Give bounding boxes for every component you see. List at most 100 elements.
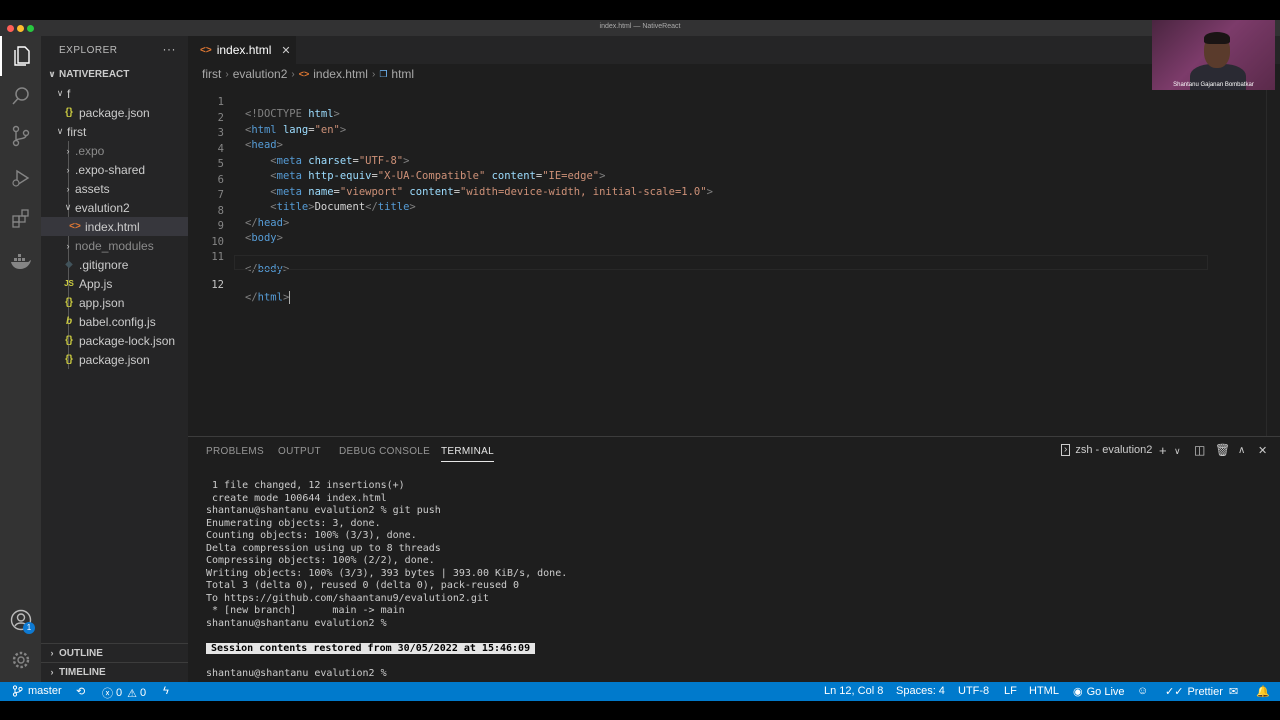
tree-item-label: package.json [79, 352, 150, 367]
prettier-item[interactable]: ✓✓ Prettier [1165, 685, 1223, 699]
webcam-person-hair [1204, 32, 1230, 44]
tree-item-label: .expo-shared [75, 162, 146, 177]
close-panel-icon[interactable]: ✕ [1258, 444, 1267, 457]
maximize-panel-icon[interactable]: ∧ [1238, 445, 1245, 456]
problems-status-item[interactable]: ⓧ 0 ⚠ 0 [102, 685, 146, 701]
timeline-section-header[interactable]: › TIMELINE [41, 662, 188, 681]
editor-scrollbar[interactable] [1266, 64, 1280, 436]
manage-activity-button[interactable] [0, 640, 41, 680]
terminal-output[interactable]: 1 file changed, 12 insertions(+) create … [206, 480, 567, 680]
tree-item-label: index.html [85, 219, 140, 234]
breadcrumb-item[interactable]: html [391, 67, 414, 81]
tab-index-html[interactable]: <> index.html ✕ [188, 36, 296, 64]
lightning-icon: ϟ [163, 685, 169, 697]
source-control-icon [12, 125, 29, 147]
terminal-line: Counting objects: 100% (3/3), done. [206, 530, 417, 541]
chevron-right-icon: › [371, 68, 376, 80]
source-control-activity-button[interactable] [0, 116, 41, 156]
more-actions-icon[interactable]: ··· [163, 42, 177, 56]
workspace-root-label: NATIVEREACT [59, 69, 130, 80]
bottom-panel: PROBLEMS OUTPUT DEBUG CONSOLE TERMINAL ›… [188, 436, 1280, 682]
feedback-item[interactable]: ✉ [1229, 685, 1238, 698]
tree-item-label: app.json [79, 295, 125, 310]
split-terminal-icon[interactable]: ◫ [1194, 443, 1205, 457]
tree-item-label: .expo [75, 143, 105, 158]
new-terminal-icon[interactable]: + [1159, 443, 1167, 458]
tree-item-index-html[interactable]: <> index.html [41, 217, 188, 236]
lightning-status-item[interactable]: ϟ [163, 685, 169, 697]
editor-tab-bar: <> index.html ✕ [188, 36, 1280, 64]
explorer-activity-button[interactable] [0, 36, 41, 76]
sync-status-item[interactable]: ⟲ [76, 685, 85, 698]
notifications-item[interactable]: 🔔 [1256, 685, 1270, 698]
search-activity-button[interactable] [0, 76, 41, 116]
tree-item-folder-node-modules[interactable]: › node_modules [41, 236, 188, 255]
run-debug-activity-button[interactable] [0, 158, 41, 198]
indentation-item[interactable]: Spaces: 4 [896, 685, 945, 697]
code-line-6: 6 <meta name="viewport" content="width=d… [188, 162, 1280, 198]
cursor-position-item[interactable]: Ln 12, Col 8 [824, 685, 883, 697]
tree-item-package-json-f[interactable]: {} package.json [41, 103, 188, 122]
tree-item-gitignore[interactable]: ◆ .gitignore [41, 255, 188, 274]
tree-item-babel-config[interactable]: b babel.config.js [41, 312, 188, 331]
tree-item-app-json[interactable]: {} app.json [41, 293, 188, 312]
copilot-status-item[interactable]: ☺ [1137, 685, 1148, 697]
tree-item-app-js[interactable]: JS App.js [41, 274, 188, 293]
terminal-line: shantanu@shantanu evalution2 % [206, 617, 387, 629]
code-line-10: 10 [188, 224, 1280, 248]
branch-status-item[interactable]: master [12, 685, 62, 697]
code-line-8: 8 </head> [188, 193, 1280, 229]
explorer-sidebar: EXPLORER ··· ∨ NATIVEREACT ∨ f {} packag… [41, 36, 188, 682]
tree-item-folder-f[interactable]: ∨ f [41, 84, 188, 103]
tree-item-folder-expo[interactable]: › .expo [41, 141, 188, 160]
tree-item-folder-assets[interactable]: › assets [41, 179, 188, 198]
tree-item-label: node_modules [75, 238, 154, 253]
tree-item-package-json[interactable]: {} package.json [41, 350, 188, 369]
docker-activity-button[interactable] [0, 242, 41, 282]
chevron-down-icon[interactable]: ∨ [1174, 446, 1181, 457]
breadcrumb-item[interactable]: evalution2 [233, 67, 288, 81]
outline-section-header[interactable]: › OUTLINE [41, 643, 188, 662]
breadcrumb-item[interactable]: index.html [313, 67, 368, 81]
close-tab-icon[interactable]: ✕ [281, 44, 290, 57]
tree-item-folder-evalution2[interactable]: ∨ evalution2 [41, 198, 188, 217]
editor-area[interactable]: <> index.html ✕ first › evalution2 › <> … [188, 36, 1280, 436]
terminal-line: Enumerating objects: 3, done. [206, 517, 381, 529]
code-line-7: 7 <title>Document</title> [188, 177, 1280, 213]
js-file-icon: JS [64, 279, 74, 288]
screen-top-bar [0, 0, 1280, 20]
tree-item-folder-expo-shared[interactable]: › .expo-shared [41, 160, 188, 179]
copilot-icon: ☺ [1137, 685, 1149, 697]
tree-item-folder-first[interactable]: ∨ first [41, 122, 188, 141]
trash-icon[interactable]: 🗑 [1215, 443, 1230, 457]
error-count: 0 [116, 687, 123, 699]
tree-item-label: f [67, 86, 71, 101]
tab-problems[interactable]: PROBLEMS [206, 446, 264, 457]
tab-output[interactable]: OUTPUT [278, 446, 321, 457]
tab-debug-console[interactable]: DEBUG CONSOLE [339, 446, 430, 457]
encoding-item[interactable]: UTF-8 [958, 685, 989, 697]
breadcrumb: first › evalution2 › <> index.html › ❒ h… [202, 66, 414, 82]
tab-terminal[interactable]: TERMINAL [441, 446, 494, 462]
code-line-1: 1 <!DOCTYPE html> [188, 84, 1280, 120]
tree-item-package-lock-json[interactable]: {} package-lock.json [41, 331, 188, 350]
breadcrumb-item[interactable]: first [202, 67, 221, 81]
git-file-icon: ◆ [65, 259, 73, 270]
terminal-selector[interactable]: › zsh - evalution2 [1061, 444, 1152, 456]
eol-item[interactable]: LF [1004, 685, 1017, 697]
code-line-9: 9 <body> [188, 208, 1280, 244]
element-symbol-icon: ❒ [379, 68, 388, 79]
bell-icon: 🔔 [1256, 686, 1270, 698]
html-file-icon: <> [69, 221, 81, 232]
html-file-icon: <> [298, 69, 310, 79]
tab-label: index.html [216, 43, 272, 57]
extensions-activity-button[interactable] [0, 198, 41, 238]
go-live-item[interactable]: ◉ Go Live [1073, 685, 1125, 699]
code-line-3: 3 <head> [188, 115, 1280, 151]
language-mode-item[interactable]: HTML [1029, 685, 1059, 697]
workspace-root[interactable]: ∨ NATIVEREACT [41, 65, 188, 84]
docker-icon [10, 254, 31, 269]
accounts-activity-button[interactable]: 1 [0, 600, 41, 640]
chevron-down-icon: ∨ [48, 69, 56, 79]
